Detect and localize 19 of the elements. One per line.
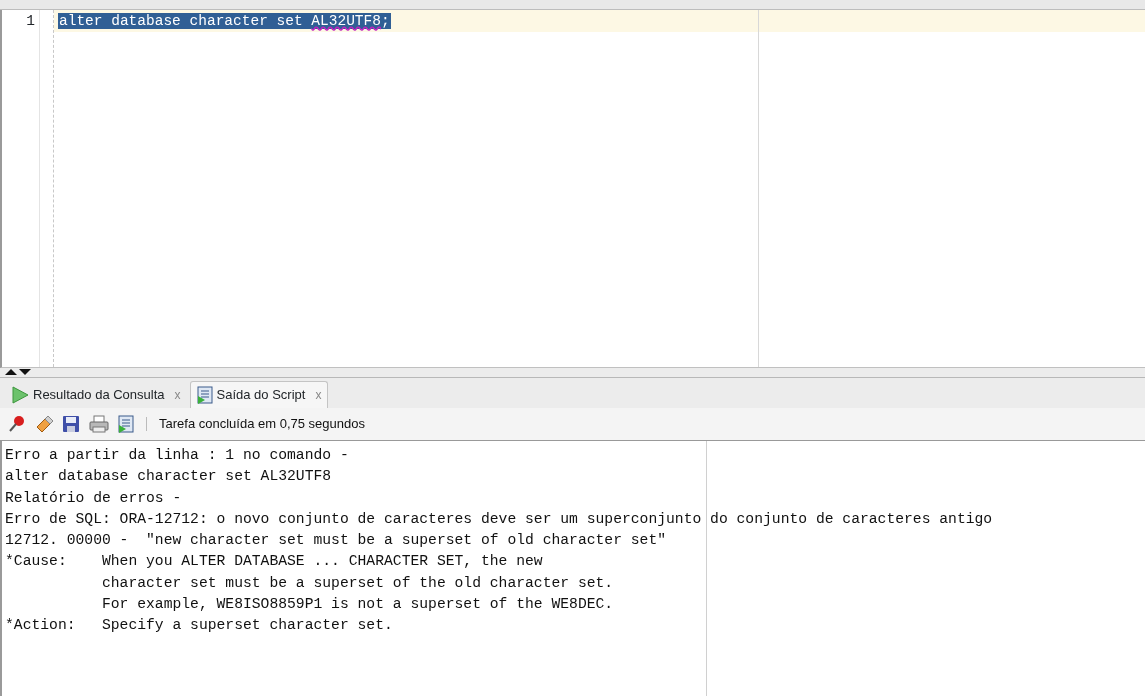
- eraser-icon[interactable]: [35, 415, 53, 433]
- status-text: Tarefa concluída em 0,75 segundos: [159, 415, 365, 434]
- output-line: *Cause: When you ALTER DATABASE ... CHARACTER SET, the new: [5, 553, 543, 570]
- output-line: For example, WE8ISO8859P1 is not a superset of the WE8DEC.: [100, 596, 614, 613]
- document-icon: [196, 386, 213, 404]
- output-line: Relatório de erros -: [5, 489, 182, 506]
- output-line: alter database character set AL32UTF8: [5, 468, 332, 485]
- tab[interactable]: Resultado da Consulta x: [4, 381, 188, 408]
- pushpin-icon[interactable]: [8, 415, 26, 433]
- line-number: 1: [26, 13, 35, 29]
- printer-icon[interactable]: [89, 415, 109, 433]
- output-line: character set must be a superset of the old character set.: [100, 574, 614, 591]
- splitter-arrows-icon[interactable]: [4, 368, 32, 376]
- run-icon: [11, 386, 29, 404]
- output-line: *Action: Specify a superset character set.: [5, 617, 393, 634]
- output-line: 12712. 00000 - "new character set must be a superset of old character set": [5, 532, 667, 549]
- tab[interactable]: Saída do Script x: [189, 381, 329, 408]
- output-line: Erro a partir da linha : 1 no comando -: [5, 447, 349, 463]
- output-line: Erro de SQL: ORA-12712: o novo conjunto de caracteres deve ser um superconjunto do conjunto de caracteres antigo: [5, 510, 993, 527]
